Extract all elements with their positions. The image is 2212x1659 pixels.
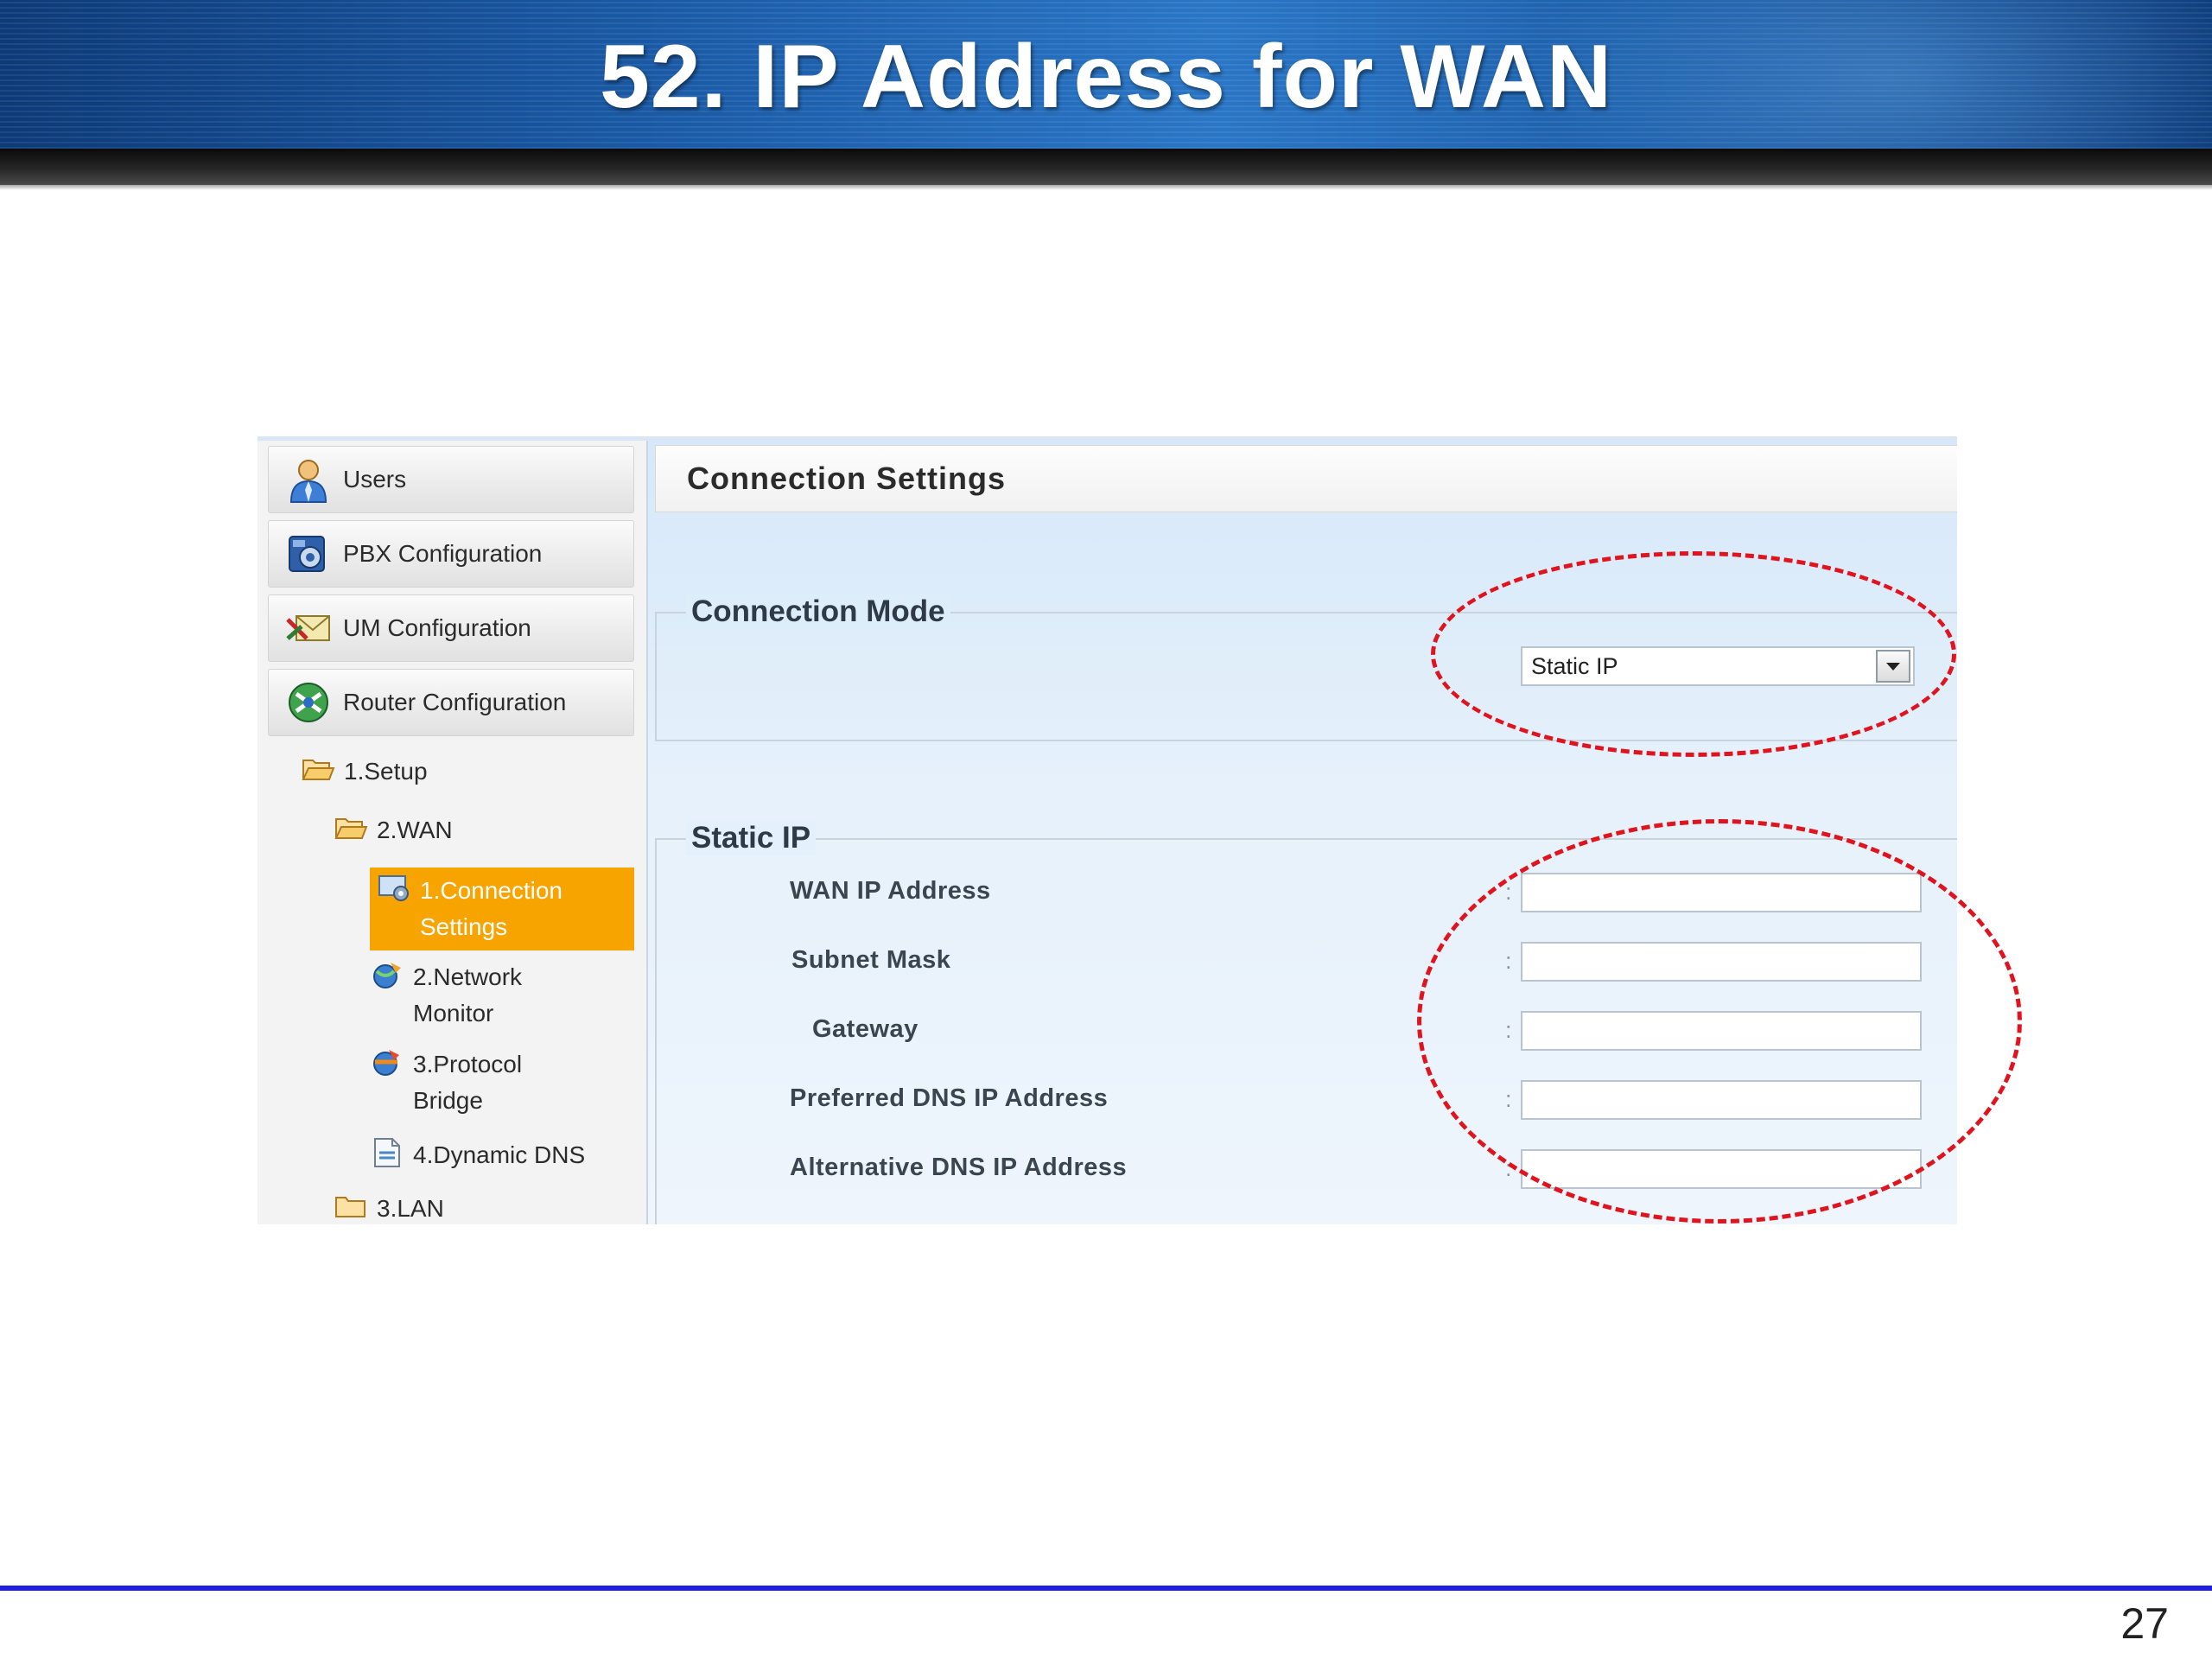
sidebar-item-label: PBX Configuration xyxy=(343,540,543,567)
tree-item-lan[interactable]: 3.LAN xyxy=(334,1191,444,1224)
tree-item-label-block: 1.Connection Settings xyxy=(420,873,563,945)
connection-settings-icon xyxy=(378,875,409,901)
slide-title: 52. IP Address for WAN xyxy=(599,27,1613,127)
sidebar-item-pbx-configuration[interactable]: PBX Configuration xyxy=(268,520,634,588)
tree-item-dynamic-dns[interactable]: 4.Dynamic DNS xyxy=(370,1137,585,1173)
pbx-icon xyxy=(289,536,325,572)
router-icon xyxy=(289,683,328,722)
um-mail-icon xyxy=(286,615,330,641)
annotation-oval-static-ip-fields xyxy=(1417,819,2022,1224)
tree-item-label-block: 3.Protocol Bridge xyxy=(413,1046,522,1119)
header-bar xyxy=(0,149,2212,185)
subnet-mask-label: Subnet Mask xyxy=(791,946,951,974)
sidebar-item-router-configuration[interactable]: Router Configuration xyxy=(268,669,634,736)
slide-header: 52. IP Address for WAN xyxy=(0,0,2212,149)
tree-item-setup[interactable]: 1.Setup xyxy=(301,753,428,790)
alternative-dns-label: Alternative DNS IP Address xyxy=(790,1154,1128,1181)
static-ip-legend: Static IP xyxy=(686,821,817,855)
tree-item-label: 3.LAN xyxy=(377,1195,444,1222)
protocol-bridge-icon xyxy=(373,1050,399,1076)
tree-item-label-line1: 1.Connection xyxy=(420,877,563,904)
wan-ip-address-label: WAN IP Address xyxy=(790,877,991,905)
tree-item-connection-settings[interactable]: 1.Connection Settings xyxy=(370,868,634,950)
connection-mode-legend: Connection Mode xyxy=(686,594,950,629)
sidebar-item-users[interactable]: Users xyxy=(268,446,634,513)
network-monitor-icon xyxy=(373,963,401,988)
tree-item-label: 2.WAN xyxy=(377,817,453,843)
page-title: Connection Settings xyxy=(687,461,1006,496)
preferred-dns-label: Preferred DNS IP Address xyxy=(790,1084,1109,1112)
tree-item-label-line2: Settings xyxy=(420,913,508,940)
tree-item-label: 1.Setup xyxy=(344,758,428,785)
footer-line xyxy=(0,1586,2212,1591)
tree-item-label: 4.Dynamic DNS xyxy=(413,1141,586,1168)
tree-item-wan[interactable]: 2.WAN xyxy=(334,812,453,849)
tree-item-label-line1: 3.Protocol xyxy=(413,1051,523,1077)
tree-item-label-block: 2.Network Monitor xyxy=(413,959,522,1032)
sidebar-item-um-configuration[interactable]: UM Configuration xyxy=(268,594,634,662)
folder-icon xyxy=(335,1197,365,1217)
sidebar: Users PBX Configuration UM Configuration xyxy=(257,441,646,1224)
folder-open-icon xyxy=(334,818,368,839)
tree-item-label-line2: Monitor xyxy=(413,1000,494,1027)
folder-open-icon xyxy=(302,760,335,780)
annotation-oval-connection-mode xyxy=(1431,551,1956,757)
header-bar-shade xyxy=(0,185,2212,190)
user-icon xyxy=(289,460,327,503)
tree-item-protocol-bridge[interactable]: 3.Protocol Bridge xyxy=(370,1046,522,1119)
main-titlebar: Connection Settings xyxy=(655,445,1957,512)
gateway-label: Gateway xyxy=(812,1015,918,1043)
sidebar-item-label: UM Configuration xyxy=(343,614,531,641)
dynamic-dns-icon xyxy=(374,1138,400,1167)
page-number: 27 xyxy=(2120,1599,2169,1648)
tree-item-label-line2: Bridge xyxy=(413,1087,483,1114)
sidebar-item-label: Router Configuration xyxy=(343,689,567,715)
tree-item-network-monitor[interactable]: 2.Network Monitor xyxy=(370,959,522,1032)
sidebar-item-label: Users xyxy=(343,466,407,493)
tree-item-label-line1: 2.Network xyxy=(413,963,523,990)
